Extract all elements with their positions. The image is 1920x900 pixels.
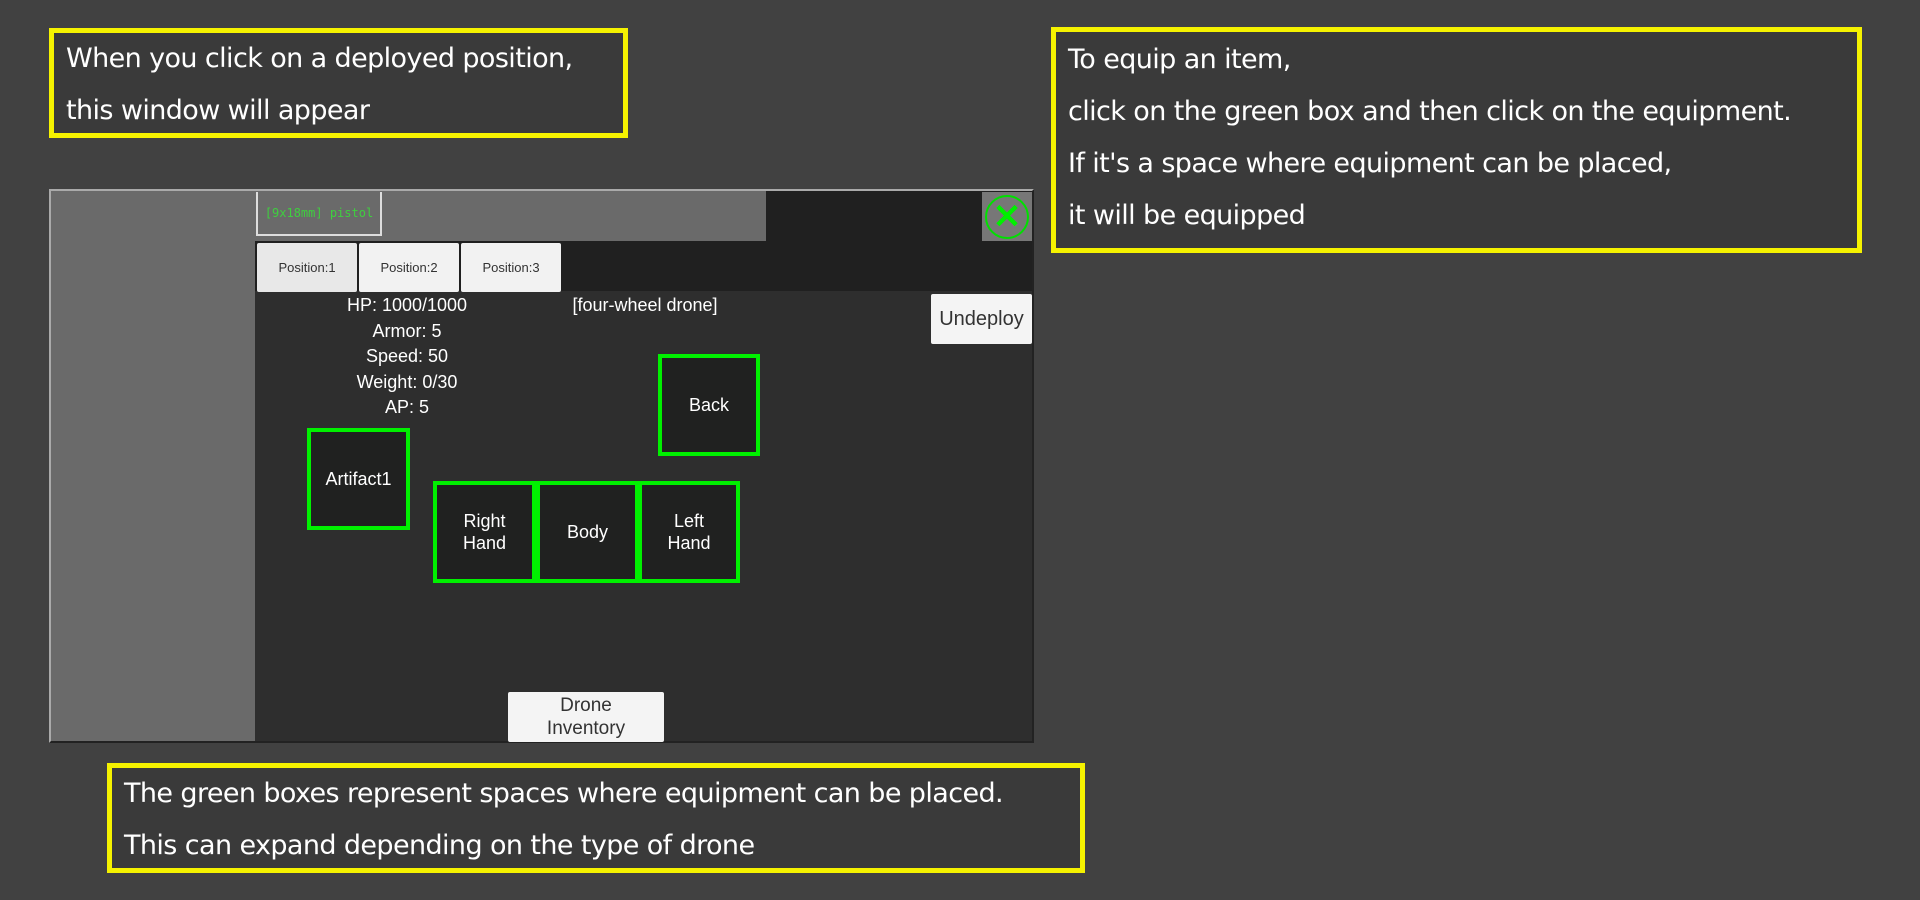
annotation-line: this window will appear	[66, 95, 370, 126]
slot-right-hand[interactable]: Right Hand	[433, 481, 536, 583]
stat-hp: HP: 1000/1000	[346, 295, 468, 315]
annotation-line: When you click on a deployed position,	[66, 43, 573, 74]
annotation-deploy: When you click on a deployed position, t…	[49, 28, 628, 138]
drone-window: [9x18mm] pistol ✕ Position:1 Position:2 …	[49, 189, 1034, 743]
annotation-line: This can expand depending on the type of…	[124, 830, 755, 861]
stat-weight: Weight: 0/30	[356, 372, 458, 392]
annotation-line: If it's a space where equipment can be p…	[1068, 148, 1672, 179]
tab-position-3[interactable]: Position:3	[461, 243, 561, 292]
tab-position-1[interactable]: Position:1	[257, 243, 357, 292]
tab-position-2[interactable]: Position:2	[359, 243, 459, 292]
close-button[interactable]: ✕	[982, 192, 1032, 241]
annotation-line: click on the green box and then click on…	[1068, 96, 1792, 127]
slot-back[interactable]: Back	[658, 354, 760, 456]
annotation-line: it will be equipped	[1068, 200, 1306, 231]
slot-left-hand[interactable]: Left Hand	[638, 481, 740, 583]
slot-artifact1[interactable]: Artifact1	[307, 428, 410, 530]
slot-body[interactable]: Body	[536, 481, 639, 583]
annotation-line: To equip an item,	[1068, 44, 1291, 75]
annotation-line: The green boxes represent spaces where e…	[124, 778, 1004, 809]
drone-inventory-button[interactable]: Drone Inventory	[508, 692, 664, 742]
annotation-green-boxes: The green boxes represent spaces where e…	[107, 763, 1085, 873]
drone-type-label: [four-wheel drone]	[572, 295, 718, 315]
stat-armor: Armor: 5	[372, 321, 442, 341]
stat-speed: Speed: 50	[365, 346, 449, 366]
undeploy-button[interactable]: Undeploy	[931, 294, 1032, 344]
left-panel	[51, 191, 255, 741]
close-icon: ✕	[985, 194, 1029, 239]
stat-ap: AP: 5	[384, 397, 430, 417]
item-tab-pistol[interactable]: [9x18mm] pistol	[256, 192, 382, 236]
annotation-equip: To equip an item, click on the green box…	[1051, 27, 1862, 253]
